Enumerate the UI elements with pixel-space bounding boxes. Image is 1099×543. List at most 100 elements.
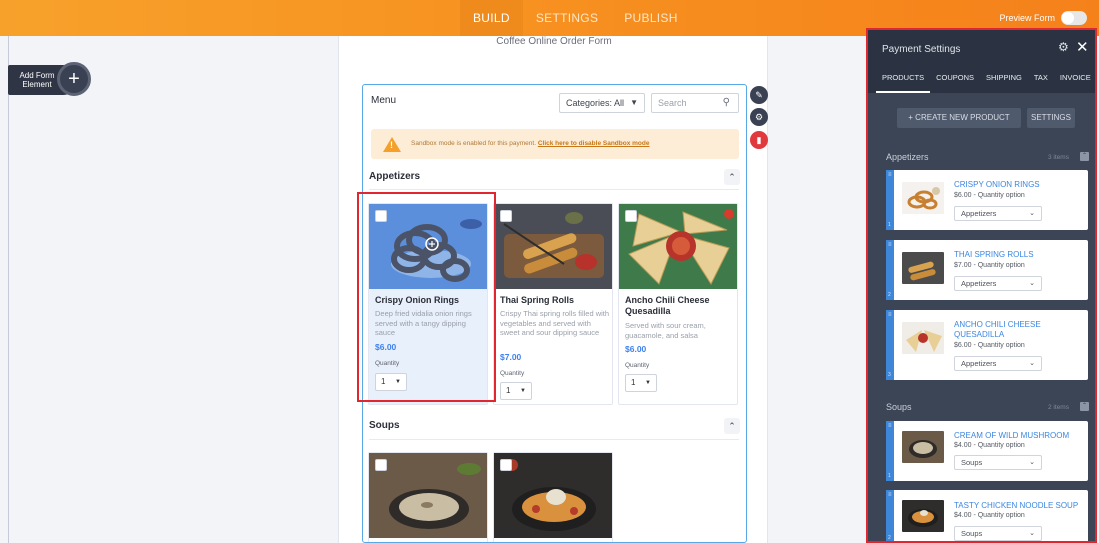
- product-meta: $4.00 - Quantity option: [954, 512, 1025, 519]
- collapse-soups-icon[interactable]: ⌃: [724, 418, 740, 434]
- product-meta: $4.00 - Quantity option: [954, 442, 1025, 449]
- product-checkbox[interactable]: [375, 210, 387, 222]
- category-select[interactable]: Soups ⌄: [954, 455, 1042, 470]
- search-input[interactable]: Search ⚲: [651, 93, 739, 113]
- product-description: Deep fried vidalia onion rings served wi…: [375, 309, 472, 337]
- section-title-appetizers: Appetizers: [369, 171, 421, 182]
- chevron-down-icon: ▼: [395, 379, 401, 385]
- form-title: Coffee Online Order Form: [496, 36, 612, 47]
- drag-handle[interactable]: ≡ 1: [886, 421, 894, 481]
- quantity-value: 1: [506, 386, 511, 395]
- category-select[interactable]: Soups ⌄: [954, 526, 1042, 541]
- close-icon[interactable]: ✕: [1076, 38, 1089, 56]
- tab-publish[interactable]: PUBLISH: [611, 0, 690, 36]
- product-card-thai-spring-rolls[interactable]: Thai Spring Rolls Crispy Thai spring rol…: [493, 203, 613, 405]
- group-label-soups: Soups: [886, 402, 912, 412]
- category-value: Appetizers: [961, 279, 997, 288]
- quantity-label: Quantity: [625, 362, 650, 369]
- group-label-appetizers: Appetizers: [886, 152, 929, 162]
- category-value: Appetizers: [961, 359, 997, 368]
- chevron-down-icon: ⌄: [1029, 360, 1035, 367]
- tab-tax[interactable]: TAX: [1028, 67, 1054, 93]
- chevron-down-icon: ▼: [520, 388, 526, 394]
- product-name-link[interactable]: ANCHO CHILI CHEESE QUESADILLA: [954, 320, 1082, 339]
- product-name-link[interactable]: CRISPY ONION RINGS: [954, 180, 1082, 190]
- product-thumbnail: [902, 431, 944, 463]
- quantity-value: 1: [631, 378, 636, 387]
- product-card-quesadilla[interactable]: Ancho Chili Cheese Quesadilla Served wit…: [618, 203, 738, 405]
- chevron-down-icon: ⌄: [1029, 210, 1035, 217]
- drag-handle[interactable]: ≡ 1: [886, 170, 894, 230]
- drag-handle[interactable]: ≡ 2: [886, 240, 894, 300]
- item-index: 1: [888, 473, 891, 479]
- add-form-element-label: Add Form Element: [19, 71, 55, 89]
- product-name-link[interactable]: TASTY CHICKEN NOODLE SOUP: [954, 501, 1082, 511]
- product-description: Crispy Thai spring rolls filled with veg…: [500, 309, 610, 337]
- category-select[interactable]: Appetizers ⌄: [954, 276, 1042, 291]
- product-item-tasty-chicken-noodle-soup[interactable]: ≡ 2 TASTY CHICKEN NOODLE SOUP $4.00 - Qua…: [886, 490, 1088, 543]
- category-select[interactable]: Appetizers ⌄: [954, 356, 1042, 371]
- product-list-widget[interactable]: Menu Categories: All ▼ Search ⚲ ! Sandbo…: [362, 84, 747, 543]
- product-price: $6.00: [375, 342, 397, 352]
- edit-icon[interactable]: ✎: [750, 86, 768, 104]
- quantity-select[interactable]: 1 ▼: [375, 373, 407, 391]
- product-name-link[interactable]: CREAM OF WILD MUSHROOM: [954, 431, 1082, 441]
- product-checkbox[interactable]: [500, 210, 512, 222]
- tab-invoice[interactable]: INVOICE: [1054, 67, 1097, 93]
- product-item-thai-spring-rolls[interactable]: ≡ 2 THAI SPRING ROLLS $7.00 - Quantity op…: [886, 240, 1088, 300]
- panel-title: Payment Settings: [882, 44, 961, 55]
- item-index: 2: [888, 535, 891, 541]
- quantity-label: Quantity: [375, 360, 400, 367]
- gear-icon[interactable]: ⚙: [1058, 40, 1069, 54]
- category-select[interactable]: Appetizers ⌄: [954, 206, 1042, 221]
- chevron-down-icon: ⌄: [1029, 530, 1035, 537]
- tab-coupons[interactable]: COUPONS: [930, 67, 980, 93]
- plus-icon[interactable]: +: [57, 62, 91, 96]
- tab-shipping[interactable]: SHIPPING: [980, 67, 1028, 93]
- product-name: Crispy Onion Rings: [375, 295, 460, 305]
- product-thumbnail: [902, 500, 944, 532]
- product-name-link[interactable]: THAI SPRING ROLLS: [954, 250, 1082, 260]
- tab-settings[interactable]: SETTINGS: [523, 0, 611, 36]
- category-value: Appetizers: [961, 209, 997, 218]
- product-name: Ancho Chili Cheese Quesadilla: [625, 295, 710, 316]
- tab-build[interactable]: BUILD: [460, 0, 523, 36]
- product-item-crispy-onion-rings[interactable]: ≡ 1 CRISPY ONION RINGS $6.00 - Quantity o…: [886, 170, 1088, 230]
- item-index: 3: [888, 372, 891, 378]
- builder-tabs: BUILD SETTINGS PUBLISH: [460, 0, 691, 36]
- quantity-select[interactable]: 1 ▼: [500, 382, 532, 400]
- item-index: 1: [888, 222, 891, 228]
- product-meta: $7.00 - Quantity option: [954, 262, 1025, 269]
- product-item-quesadilla[interactable]: ≡ 3 ANCHO CHILI CHEESE QUESADILLA $6.00 -…: [886, 310, 1088, 380]
- collapse-icon[interactable]: ⌃: [1080, 152, 1089, 161]
- create-new-product-button[interactable]: + CREATE NEW PRODUCT: [897, 108, 1021, 128]
- preview-toggle[interactable]: [1061, 11, 1087, 25]
- search-icon[interactable]: ⚲: [723, 94, 730, 112]
- product-checkbox[interactable]: [625, 210, 637, 222]
- product-checkbox[interactable]: [500, 459, 512, 471]
- panel-header: Payment Settings ⚙ ✕: [868, 30, 1097, 67]
- product-meta: $6.00 - Quantity option: [954, 192, 1025, 199]
- product-item-cream-of-wild-mushroom[interactable]: ≡ 1 CREAM OF WILD MUSHROOM $4.00 - Quanti…: [886, 421, 1088, 481]
- product-card-mushroom-soup[interactable]: [368, 452, 488, 542]
- sandbox-text: Sandbox mode is enabled for this payment…: [411, 140, 537, 147]
- trash-icon[interactable]: ▮: [750, 131, 768, 149]
- product-settings-button[interactable]: SETTINGS: [1027, 108, 1075, 128]
- product-card-chicken-noodle-soup[interactable]: [493, 452, 613, 542]
- gear-icon[interactable]: ⚙: [750, 108, 768, 126]
- category-value: Soups: [961, 458, 983, 467]
- collapse-icon[interactable]: ⌃: [1080, 402, 1089, 411]
- collapse-appetizers-icon[interactable]: ⌃: [724, 169, 740, 185]
- panel-tabs: PRODUCTS COUPONS SHIPPING TAX INVOICE: [868, 67, 1097, 93]
- quantity-select[interactable]: 1 ▼: [625, 374, 657, 392]
- product-card-crispy-onion-rings[interactable]: Crispy Onion Rings Deep fried vidalia on…: [368, 203, 488, 405]
- drag-handle[interactable]: ≡ 3: [886, 310, 894, 380]
- category-select[interactable]: Categories: All ▼: [559, 93, 645, 113]
- disable-sandbox-link[interactable]: Click here to disable Sandbox mode: [538, 140, 650, 147]
- search-placeholder: Search: [658, 98, 687, 108]
- product-checkbox[interactable]: [375, 459, 387, 471]
- preview-form[interactable]: Preview Form: [999, 11, 1087, 25]
- tab-products[interactable]: PRODUCTS: [876, 67, 931, 93]
- drag-handle[interactable]: ≡ 2: [886, 490, 894, 543]
- chevron-down-icon: ▼: [645, 380, 651, 386]
